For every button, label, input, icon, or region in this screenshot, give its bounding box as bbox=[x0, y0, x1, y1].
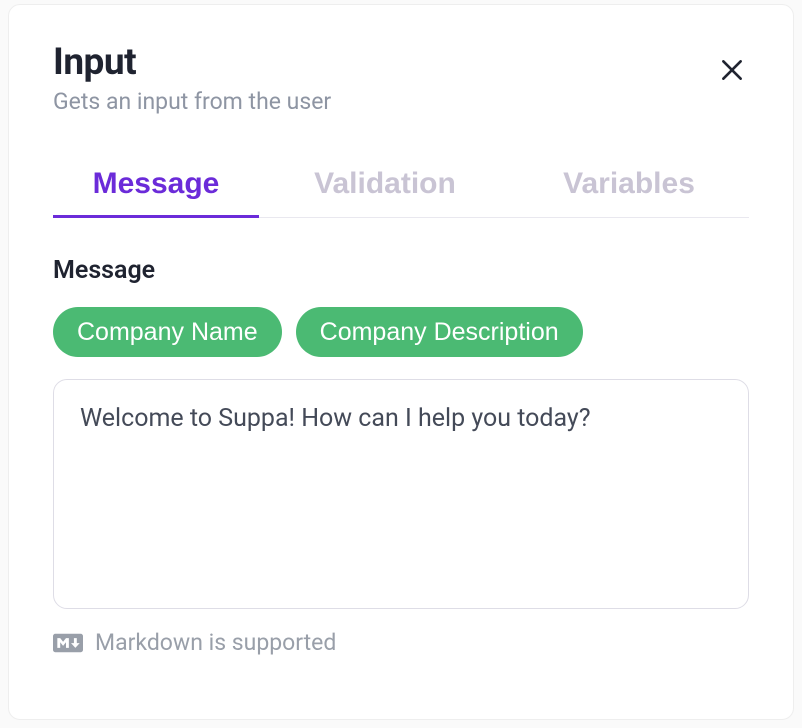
chip-company-name[interactable]: Company Name bbox=[53, 307, 282, 357]
panel-header: Input Gets an input from the user bbox=[53, 41, 749, 115]
tab-validation[interactable]: Validation bbox=[259, 159, 511, 217]
panel-subtitle: Gets an input from the user bbox=[53, 88, 331, 115]
input-panel: Input Gets an input from the user Messag… bbox=[8, 4, 794, 720]
close-button[interactable] bbox=[711, 49, 753, 94]
close-icon bbox=[719, 57, 745, 86]
variable-chips: Company Name Company Description bbox=[53, 307, 749, 357]
tab-message[interactable]: Message bbox=[53, 159, 259, 217]
tab-variables[interactable]: Variables bbox=[511, 159, 747, 217]
markdown-hint-text: Markdown is supported bbox=[95, 629, 336, 656]
title-block: Input Gets an input from the user bbox=[53, 41, 331, 115]
chip-company-description[interactable]: Company Description bbox=[296, 307, 583, 357]
message-section: Message Company Name Company Description… bbox=[53, 256, 749, 656]
tab-row: Message Validation Variables bbox=[53, 159, 749, 218]
panel-title: Input bbox=[53, 41, 331, 84]
message-label: Message bbox=[53, 256, 749, 285]
message-textarea[interactable] bbox=[53, 379, 749, 609]
markdown-hint: Markdown is supported bbox=[53, 629, 749, 656]
markdown-icon bbox=[53, 633, 83, 653]
